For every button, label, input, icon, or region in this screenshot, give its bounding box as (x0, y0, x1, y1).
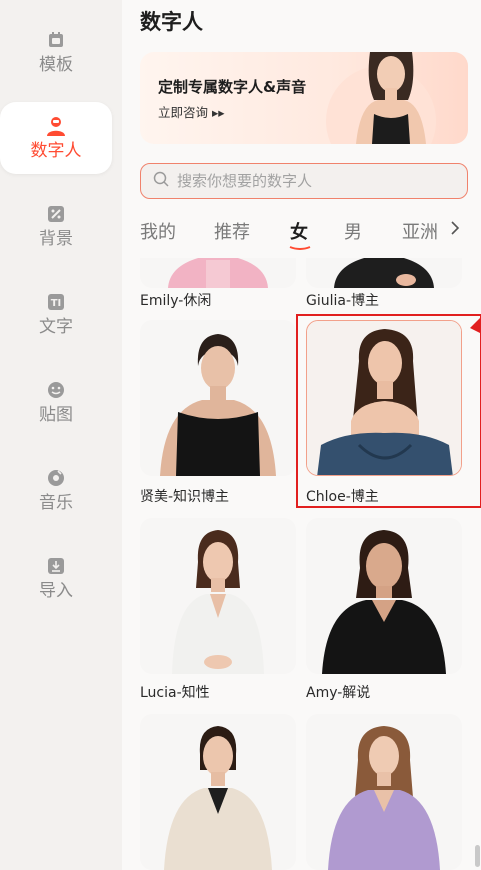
search-icon (153, 171, 169, 191)
import-icon (45, 555, 67, 577)
background-icon (45, 203, 67, 225)
avatar-thumbnail (140, 714, 296, 870)
tab-female[interactable]: 女 (290, 218, 308, 244)
banner-model-image (356, 52, 426, 144)
search-box[interactable] (140, 163, 468, 199)
sidebar-item-label: 音乐 (39, 493, 73, 513)
avatar-card-chloe[interactable] (306, 320, 462, 476)
sidebar-item-label: 数字人 (30, 141, 82, 161)
avatar-card-lucia[interactable] (140, 518, 296, 674)
consult-link[interactable]: 立即咨询 ▸▸ (158, 102, 225, 121)
sidebar-item-import[interactable]: 导入 (0, 542, 112, 614)
avatar-thumbnail (306, 518, 462, 674)
avatar-name: Lucia-知性 (140, 685, 210, 701)
page-title: 数字人 (140, 10, 203, 34)
avatar-card-giulia[interactable] (306, 258, 462, 288)
sidebar-item-music[interactable]: 音乐 (0, 454, 112, 526)
avatar-thumbnail (140, 518, 296, 674)
active-tab-indicator (289, 246, 311, 250)
sidebar-item-label: 背景 (39, 229, 73, 249)
avatar-card-xianmei[interactable] (140, 320, 296, 476)
avatar-thumbnail (306, 714, 462, 870)
avatar-name: Emily-休闲 (140, 293, 212, 309)
avatar-thumbnail (140, 320, 296, 476)
text-icon: TI (45, 291, 67, 313)
banner-title: 定制专属数字人&声音 (158, 78, 307, 96)
scrollbar-thumb[interactable] (475, 845, 480, 867)
custom-avatar-banner[interactable]: 定制专属数字人&声音 立即咨询 ▸▸ (140, 52, 468, 144)
sidebar: 模板 数字人 背景 TI 文字 贴图 音乐 导入 (0, 0, 122, 870)
sidebar-item-sticker[interactable]: 贴图 (0, 366, 112, 438)
avatar-name: Chloe-博主 (306, 489, 379, 505)
tab-male[interactable]: 男 (344, 218, 362, 244)
sidebar-item-text[interactable]: TI 文字 (0, 278, 112, 350)
tabs-scroll-right-button[interactable] (440, 214, 470, 244)
sidebar-item-label: 模板 (39, 55, 73, 75)
search-input[interactable] (177, 172, 447, 190)
avatar-card-amy[interactable] (306, 518, 462, 674)
avatar-grid: Emily-休闲 Giulia-博主 贤美-知识博主 Chloe-博主 Luci… (140, 258, 470, 870)
avatar-card[interactable] (140, 714, 296, 870)
avatar-card[interactable] (306, 714, 462, 870)
app-root: 模板 数字人 背景 TI 文字 贴图 音乐 导入 数字人 定制专属数字人&声音 … (0, 0, 481, 870)
avatar-name: Amy-解说 (306, 685, 371, 701)
template-icon (45, 29, 67, 51)
sidebar-item-label: 导入 (39, 581, 73, 601)
sidebar-item-template[interactable]: 模板 (0, 16, 112, 88)
tab-mine[interactable]: 我的 (140, 218, 176, 244)
music-icon (45, 467, 67, 489)
svg-text:TI: TI (51, 298, 62, 309)
sidebar-item-label: 文字 (39, 317, 73, 337)
sidebar-item-label: 贴图 (39, 405, 73, 425)
sticker-icon (45, 379, 67, 401)
highlight-corner-marker (470, 317, 481, 334)
avatar-thumbnail (306, 258, 462, 288)
avatar-thumbnail (307, 321, 461, 475)
tab-recommended[interactable]: 推荐 (214, 218, 250, 244)
sidebar-item-digital-human[interactable]: 数字人 (0, 102, 112, 174)
sidebar-item-background[interactable]: 背景 (0, 190, 112, 262)
avatar-card-emily[interactable] (140, 258, 296, 288)
avatar-thumbnail (140, 258, 296, 288)
avatar-name: 贤美-知识博主 (140, 489, 230, 505)
chevron-right-icon (450, 220, 460, 239)
tab-asian[interactable]: 亚洲 (402, 218, 438, 244)
digital-human-icon (45, 115, 67, 137)
avatar-name: Giulia-博主 (306, 293, 380, 309)
